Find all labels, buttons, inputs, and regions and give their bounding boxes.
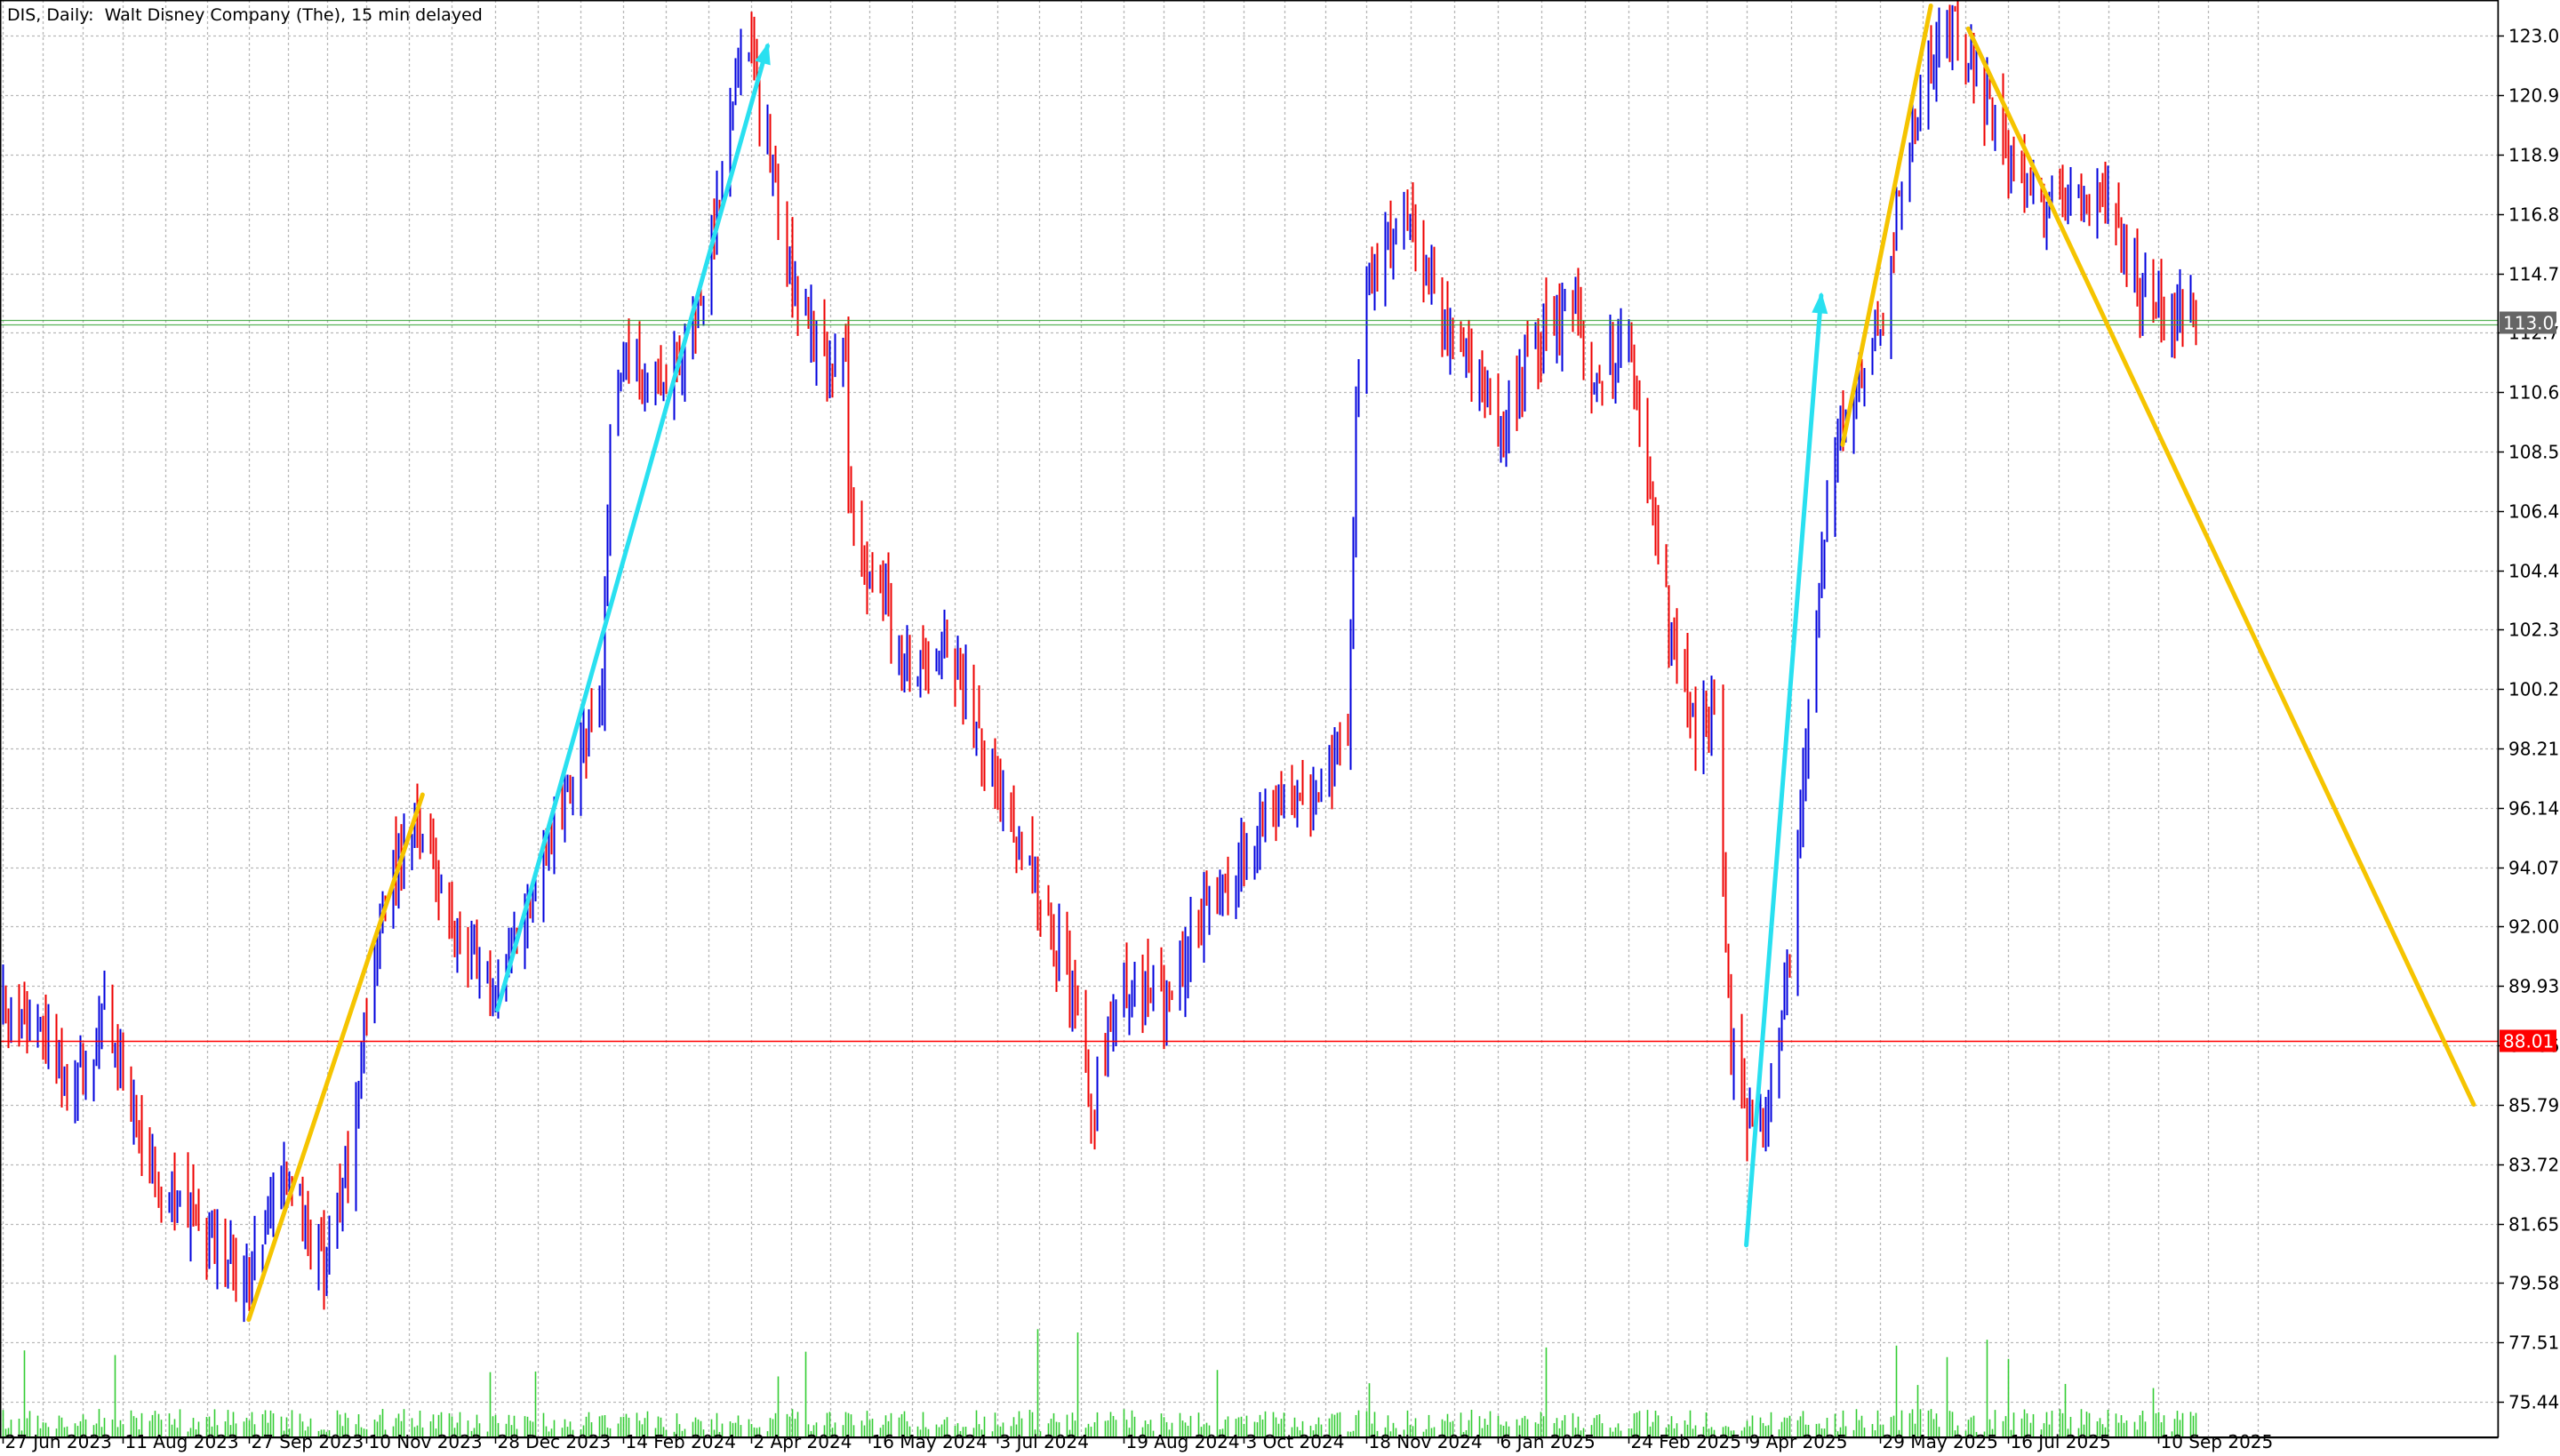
time-axis-label: 9 Apr 2025 xyxy=(1749,1431,1848,1452)
price-axis-label: 116.84 xyxy=(2508,204,2560,226)
time-axis-label: 19 Aug 2024 xyxy=(1126,1431,1240,1452)
price-axis-label: 120.98 xyxy=(2508,85,2560,107)
price-axis[interactable]: 123.05120.98118.91116.84114.77112.70110.… xyxy=(2498,26,2560,1413)
price-axis-label: 110.63 xyxy=(2508,382,2560,404)
header-description: Walt Disney Company (The), 15 min delaye… xyxy=(105,5,483,25)
time-axis-label: 27 Jun 2023 xyxy=(5,1431,112,1452)
header-symbol: DIS xyxy=(7,5,36,25)
price-axis-label: 98.21 xyxy=(2508,739,2559,760)
time-axis-label: 29 May 2025 xyxy=(1883,1431,1998,1452)
header-timeframe: Daily: xyxy=(46,5,93,25)
price-axis-label: 106.49 xyxy=(2508,501,2560,523)
time-axis-label: 24 Feb 2025 xyxy=(1631,1431,1741,1452)
time-axis-label: 10 Sep 2025 xyxy=(2161,1431,2274,1452)
plot-area[interactable] xyxy=(0,0,2498,1437)
price-axis-label: 123.05 xyxy=(2508,26,2560,47)
price-axis-label: 83.72 xyxy=(2508,1155,2559,1176)
time-axis-label: 6 Jan 2025 xyxy=(1500,1431,1596,1452)
level-price-tag-label: 88.01 xyxy=(2503,1031,2554,1052)
price-axis-label: 104.42 xyxy=(2508,561,2560,582)
time-axis-label: 28 Dec 2023 xyxy=(498,1431,612,1452)
time-axis-label: 2 Apr 2024 xyxy=(754,1431,852,1452)
price-axis-label: 118.91 xyxy=(2508,145,2560,166)
price-axis-label: 102.35 xyxy=(2508,620,2560,641)
time-axis-label: 10 Nov 2023 xyxy=(369,1431,483,1452)
price-axis-label: 94.07 xyxy=(2508,858,2559,879)
price-axis-label: 85.79 xyxy=(2508,1095,2559,1116)
current-price-tag-label: 113.04 xyxy=(2503,313,2560,334)
price-axis-label: 92.00 xyxy=(2508,916,2559,938)
time-axis-label: 14 Feb 2024 xyxy=(626,1431,736,1452)
time-axis-label: 3 Oct 2024 xyxy=(1246,1431,1345,1452)
time-axis-label: 18 Nov 2024 xyxy=(1369,1431,1483,1452)
time-axis[interactable]: 27 Jun 2023 11 Aug 2023 27 Sep 2023 10 Nov … xyxy=(2,1431,2274,1452)
price-axis-label: 108.56 xyxy=(2508,442,2560,463)
time-axis-label: 16 May 2024 xyxy=(872,1431,988,1452)
time-axis-label: 27 Sep 2023 xyxy=(252,1431,364,1452)
header-gap xyxy=(94,5,105,25)
time-axis-label: 11 Aug 2023 xyxy=(125,1431,239,1452)
time-axis-label: 3 Jul 2024 xyxy=(1000,1431,1089,1452)
price-chart[interactable]: 123.05120.98118.91116.84114.77112.70110.… xyxy=(0,0,2560,1456)
time-axis-label: 16 Jul 2025 xyxy=(2011,1431,2111,1452)
price-axis-label: 79.58 xyxy=(2508,1273,2559,1294)
price-axis-label: 96.14 xyxy=(2508,798,2559,820)
price-axis-label: 75.44 xyxy=(2508,1392,2559,1413)
chart-header: DIS, Daily: Walt Disney Company (The), 1… xyxy=(7,5,483,25)
price-axis-label: 77.51 xyxy=(2508,1332,2559,1354)
price-axis-label: 89.93 xyxy=(2508,976,2559,997)
chart-window[interactable]: 123.05120.98118.91116.84114.77112.70110.… xyxy=(0,0,2560,1456)
price-axis-label: 100.28 xyxy=(2508,679,2560,700)
header-separator: , xyxy=(36,5,46,25)
price-axis-label: 81.65 xyxy=(2508,1214,2559,1236)
price-axis-label: 114.77 xyxy=(2508,264,2560,285)
